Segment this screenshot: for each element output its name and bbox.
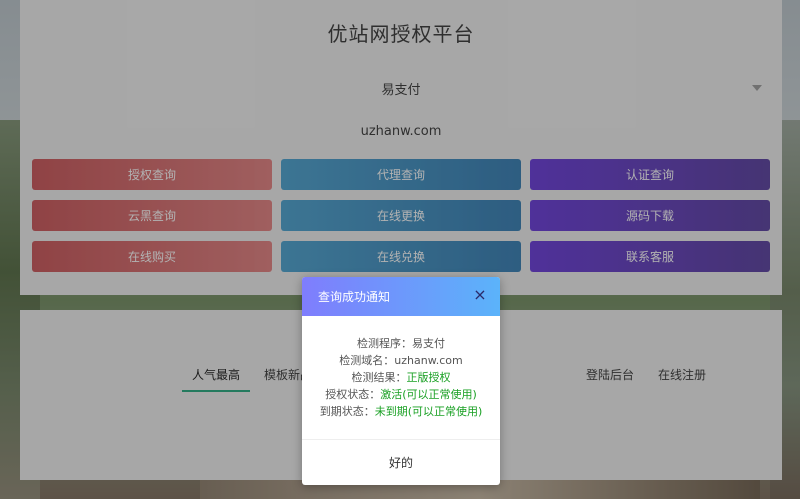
- result-label: 检测域名：: [339, 354, 395, 367]
- result-label: 检测程序：: [357, 337, 412, 350]
- result-line-expiry: 到期状态：未到期(可以正常使用): [302, 403, 500, 420]
- dialog-body: 检测程序：易支付 检测域名：uzhanw.com 检测结果：正版授权 授权状态：…: [302, 316, 500, 420]
- dialog-title: 查询成功通知: [318, 290, 391, 304]
- result-line-domain: 检测域名：uzhanw.com: [302, 352, 500, 369]
- result-value: 激活(可以正常使用): [380, 388, 477, 401]
- result-line-check: 检测结果：正版授权: [302, 369, 500, 386]
- result-value: uzhanw.com: [394, 354, 463, 367]
- result-label: 到期状态：: [319, 405, 375, 418]
- confirm-button[interactable]: 好的: [302, 439, 500, 485]
- dialog-header: 查询成功通知 ×: [302, 277, 500, 316]
- query-success-dialog: 查询成功通知 × 检测程序：易支付 检测域名：uzhanw.com 检测结果：正…: [302, 277, 500, 485]
- result-line-auth-status: 授权状态：激活(可以正常使用): [302, 386, 500, 403]
- result-label: 授权状态：: [325, 388, 381, 401]
- result-value: 正版授权: [406, 371, 451, 384]
- result-value: 未到期(可以正常使用): [374, 405, 483, 418]
- close-icon[interactable]: ×: [472, 287, 488, 303]
- result-label: 检测结果：: [351, 371, 407, 384]
- result-line-program: 检测程序：易支付: [302, 335, 500, 352]
- result-value: 易支付: [412, 337, 445, 350]
